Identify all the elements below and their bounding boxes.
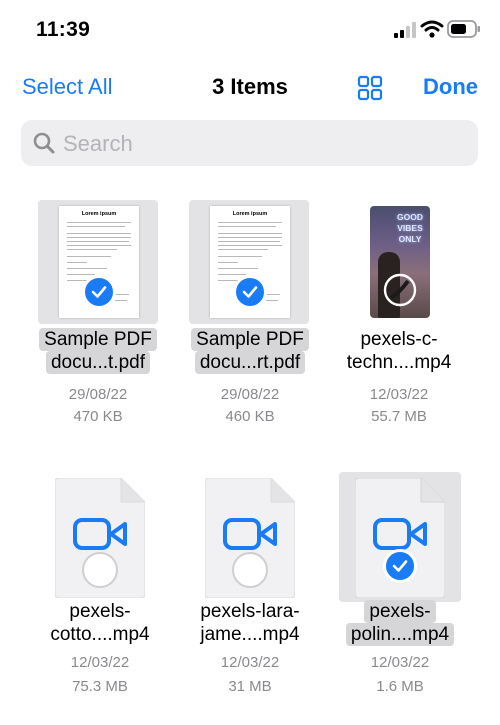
file-thumbnail: Lorem ipsum [189,200,309,324]
file-name: pexels-cotto....mp4 [50,601,150,645]
selected-checkmark-icon [383,549,417,583]
file-date: 29/08/22 [68,386,128,403]
file-item[interactable]: Lorem ipsum Sample PDF docu...t.pdf 29/08… [23,200,173,440]
file-thumbnail: Lorem ipsum [38,200,158,324]
file-name: Sample PDF docu...t.pdf [23,328,173,374]
file-size: 31 MB [228,678,272,695]
file-name: pexels-polin....mp4 [325,600,475,646]
file-date: 12/03/22 [370,654,430,671]
file-name: pexels-c-techn....mp4 [346,329,452,373]
grid-view-icon[interactable] [357,75,383,101]
selected-checkmark-icon [82,275,116,309]
file-date: 12/03/22 [70,654,130,671]
file-date: 29/08/22 [220,386,280,403]
file-item[interactable]: pexels-lara-jame....mp4 12/03/22 31 MB [175,476,325,706]
file-item[interactable]: pexels-cotto....mp4 12/03/22 75.3 MB [25,476,175,706]
status-bar: 11:39 [0,0,500,60]
file-size: 55.7 MB [371,408,427,425]
select-all-button[interactable]: Select All [22,74,113,100]
video-thumbnail: GOOD VIBES ONLY [370,206,430,318]
status-time: 11:39 [36,18,91,41]
file-date: 12/03/22 [220,654,280,671]
done-button[interactable]: Done [423,74,478,100]
file-name: Sample PDF docu...rt.pdf [175,328,325,374]
search-placeholder: Search [63,131,133,156]
navigation-bar: Select All 3 Items Done [0,66,500,114]
selected-checkmark-icon [233,275,267,309]
file-item[interactable]: GOOD VIBES ONLY pexels-c-techn....mp4 12… [324,200,474,440]
file-size: 75.3 MB [72,678,128,695]
neon-sign-text: GOOD VIBES ONLY [397,212,423,244]
pdf-doc-title: Lorem ipsum [232,211,268,217]
video-file-icon [55,478,145,598]
video-file-icon [205,478,295,598]
search-field[interactable]: Search [21,120,478,166]
file-name: pexels-lara-jame....mp4 [200,601,300,645]
battery-icon [447,20,480,38]
file-item[interactable]: Lorem ipsum Sample PDF docu...rt.pdf 29/0… [175,200,325,440]
file-item[interactable]: pexels-polin....mp4 12/03/22 1.6 MB [325,472,475,706]
cellular-signal-icon [394,22,416,38]
file-size: 460 KB [225,408,275,425]
file-size: 1.6 MB [376,678,424,695]
file-date: 12/03/22 [369,386,429,403]
search-icon [33,132,55,154]
pdf-doc-title: Lorem ipsum [81,211,117,217]
play-circle-icon [383,273,417,307]
wifi-icon [420,20,444,38]
file-size: 470 KB [73,408,123,425]
